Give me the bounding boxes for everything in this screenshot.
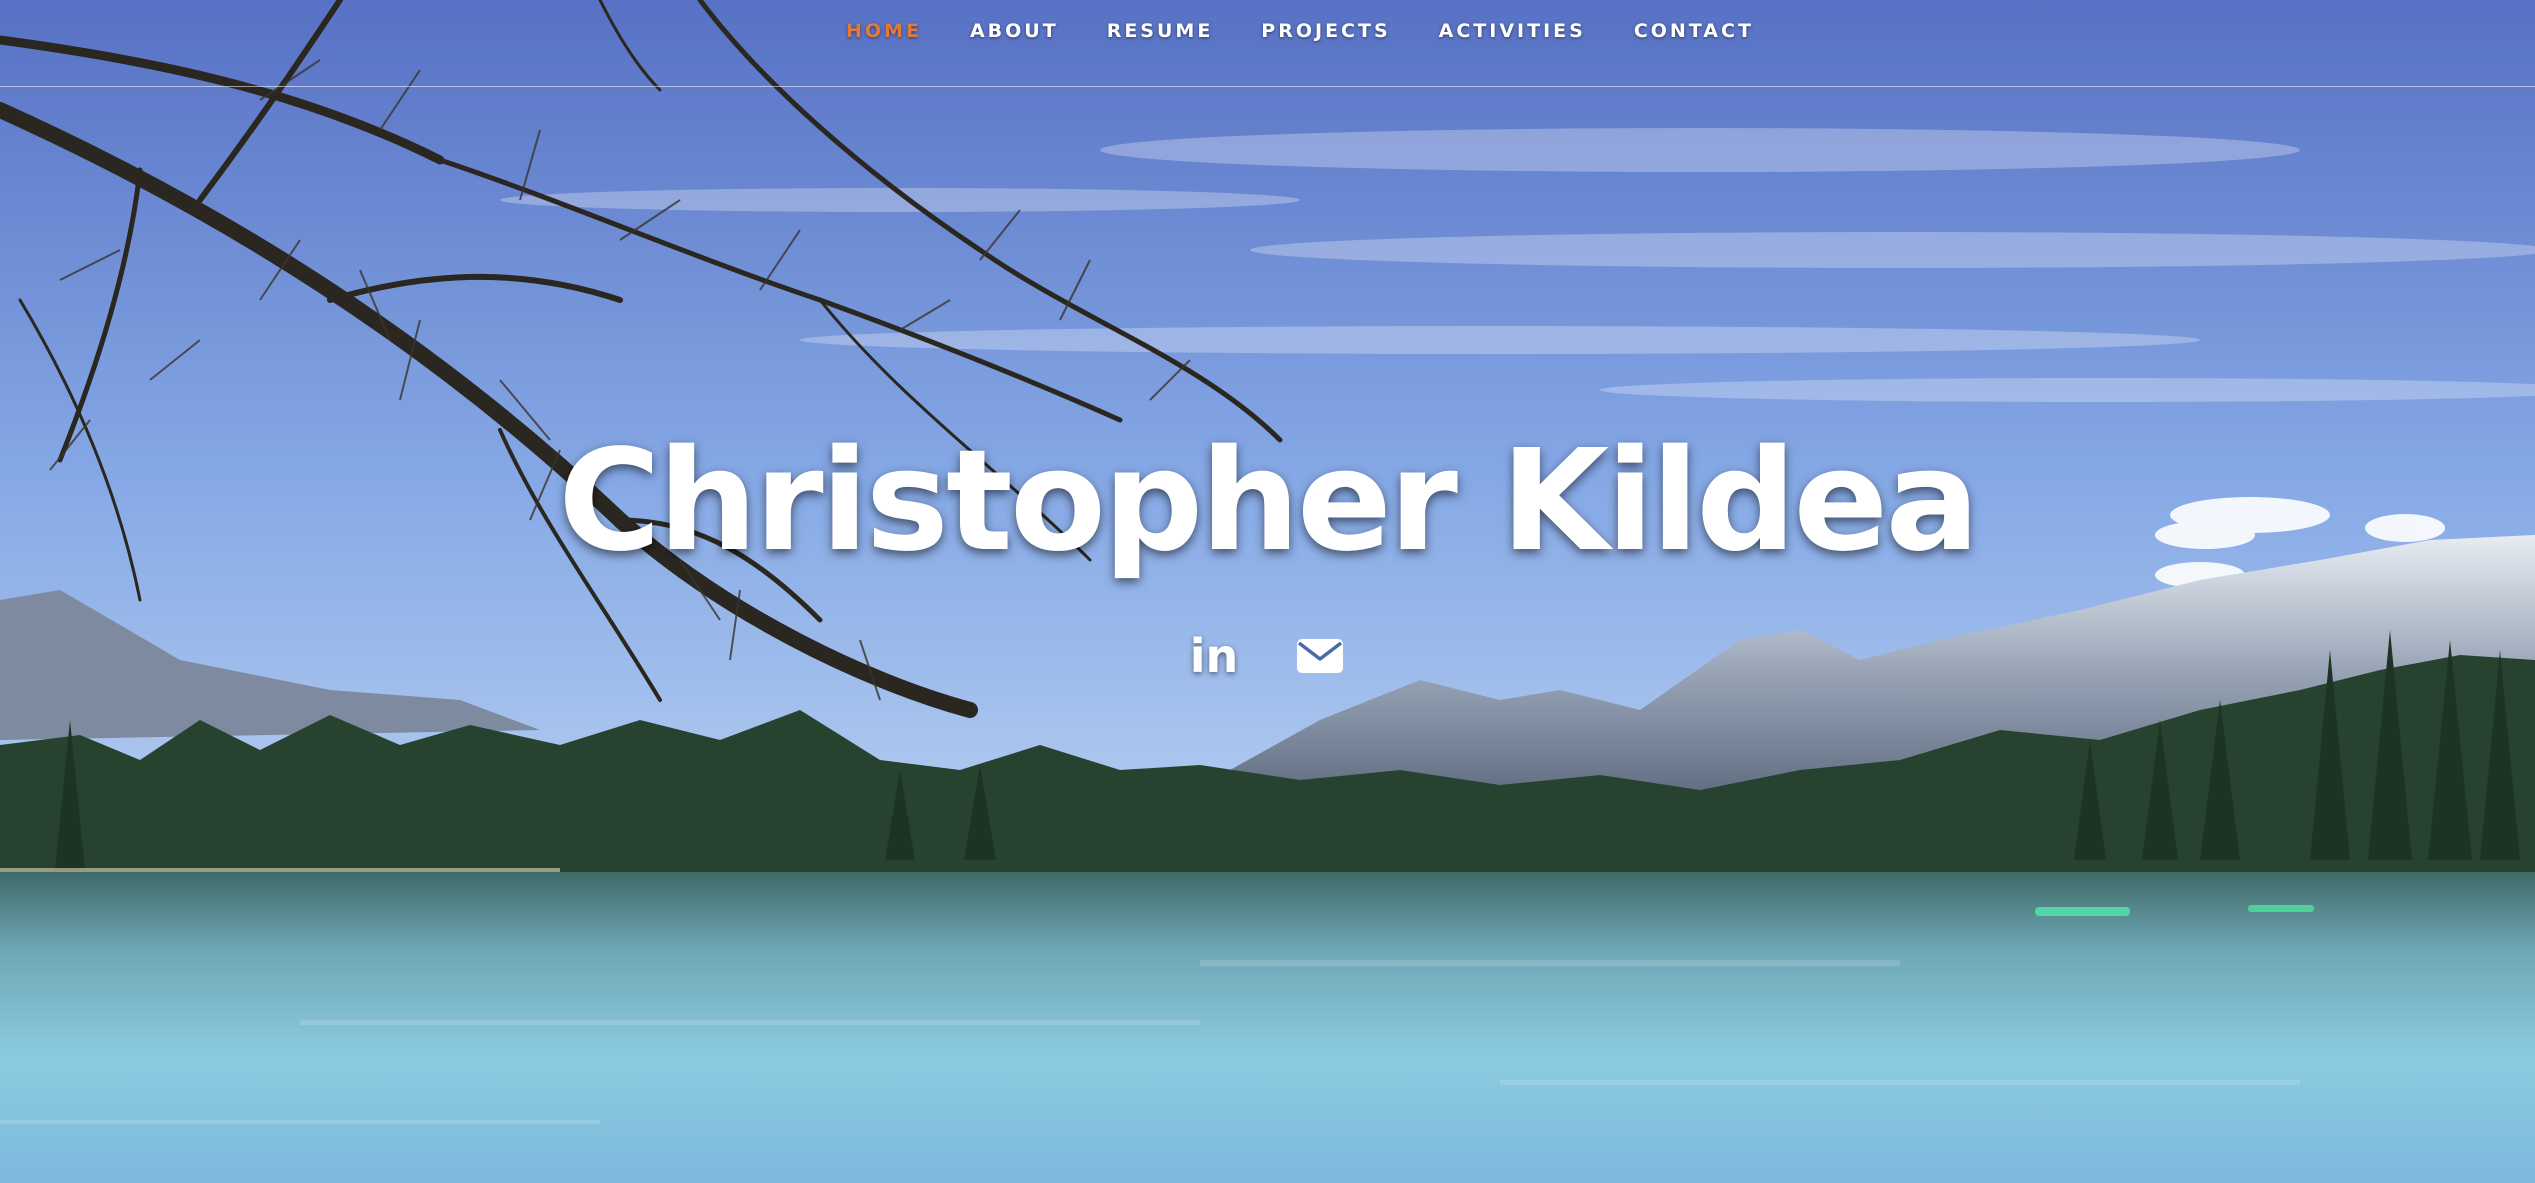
top-navigation: HOME ABOUT RESUME PROJECTS ACTIVITIES CO… [0, 0, 2535, 87]
nav-item-home[interactable]: HOME [846, 20, 922, 42]
nav-item-resume[interactable]: RESUME [1107, 20, 1214, 42]
social-links: in [1186, 628, 1348, 684]
nav-item-contact[interactable]: CONTACT [1634, 20, 1754, 42]
email-link[interactable] [1292, 628, 1348, 684]
hero-background-image [0, 0, 2535, 1183]
page-title: Christopher Kildea [558, 420, 1980, 583]
linkedin-link[interactable]: in [1186, 628, 1242, 684]
nav-item-activities[interactable]: ACTIVITIES [1439, 20, 1586, 42]
nav-menu: HOME ABOUT RESUME PROJECTS ACTIVITIES CO… [846, 20, 1754, 42]
nav-item-about[interactable]: ABOUT [970, 20, 1059, 42]
linkedin-icon: in [1189, 629, 1239, 683]
hero-section: HOME ABOUT RESUME PROJECTS ACTIVITIES CO… [0, 0, 2535, 1183]
nav-item-projects[interactable]: PROJECTS [1261, 20, 1390, 42]
envelope-icon [1297, 639, 1343, 673]
